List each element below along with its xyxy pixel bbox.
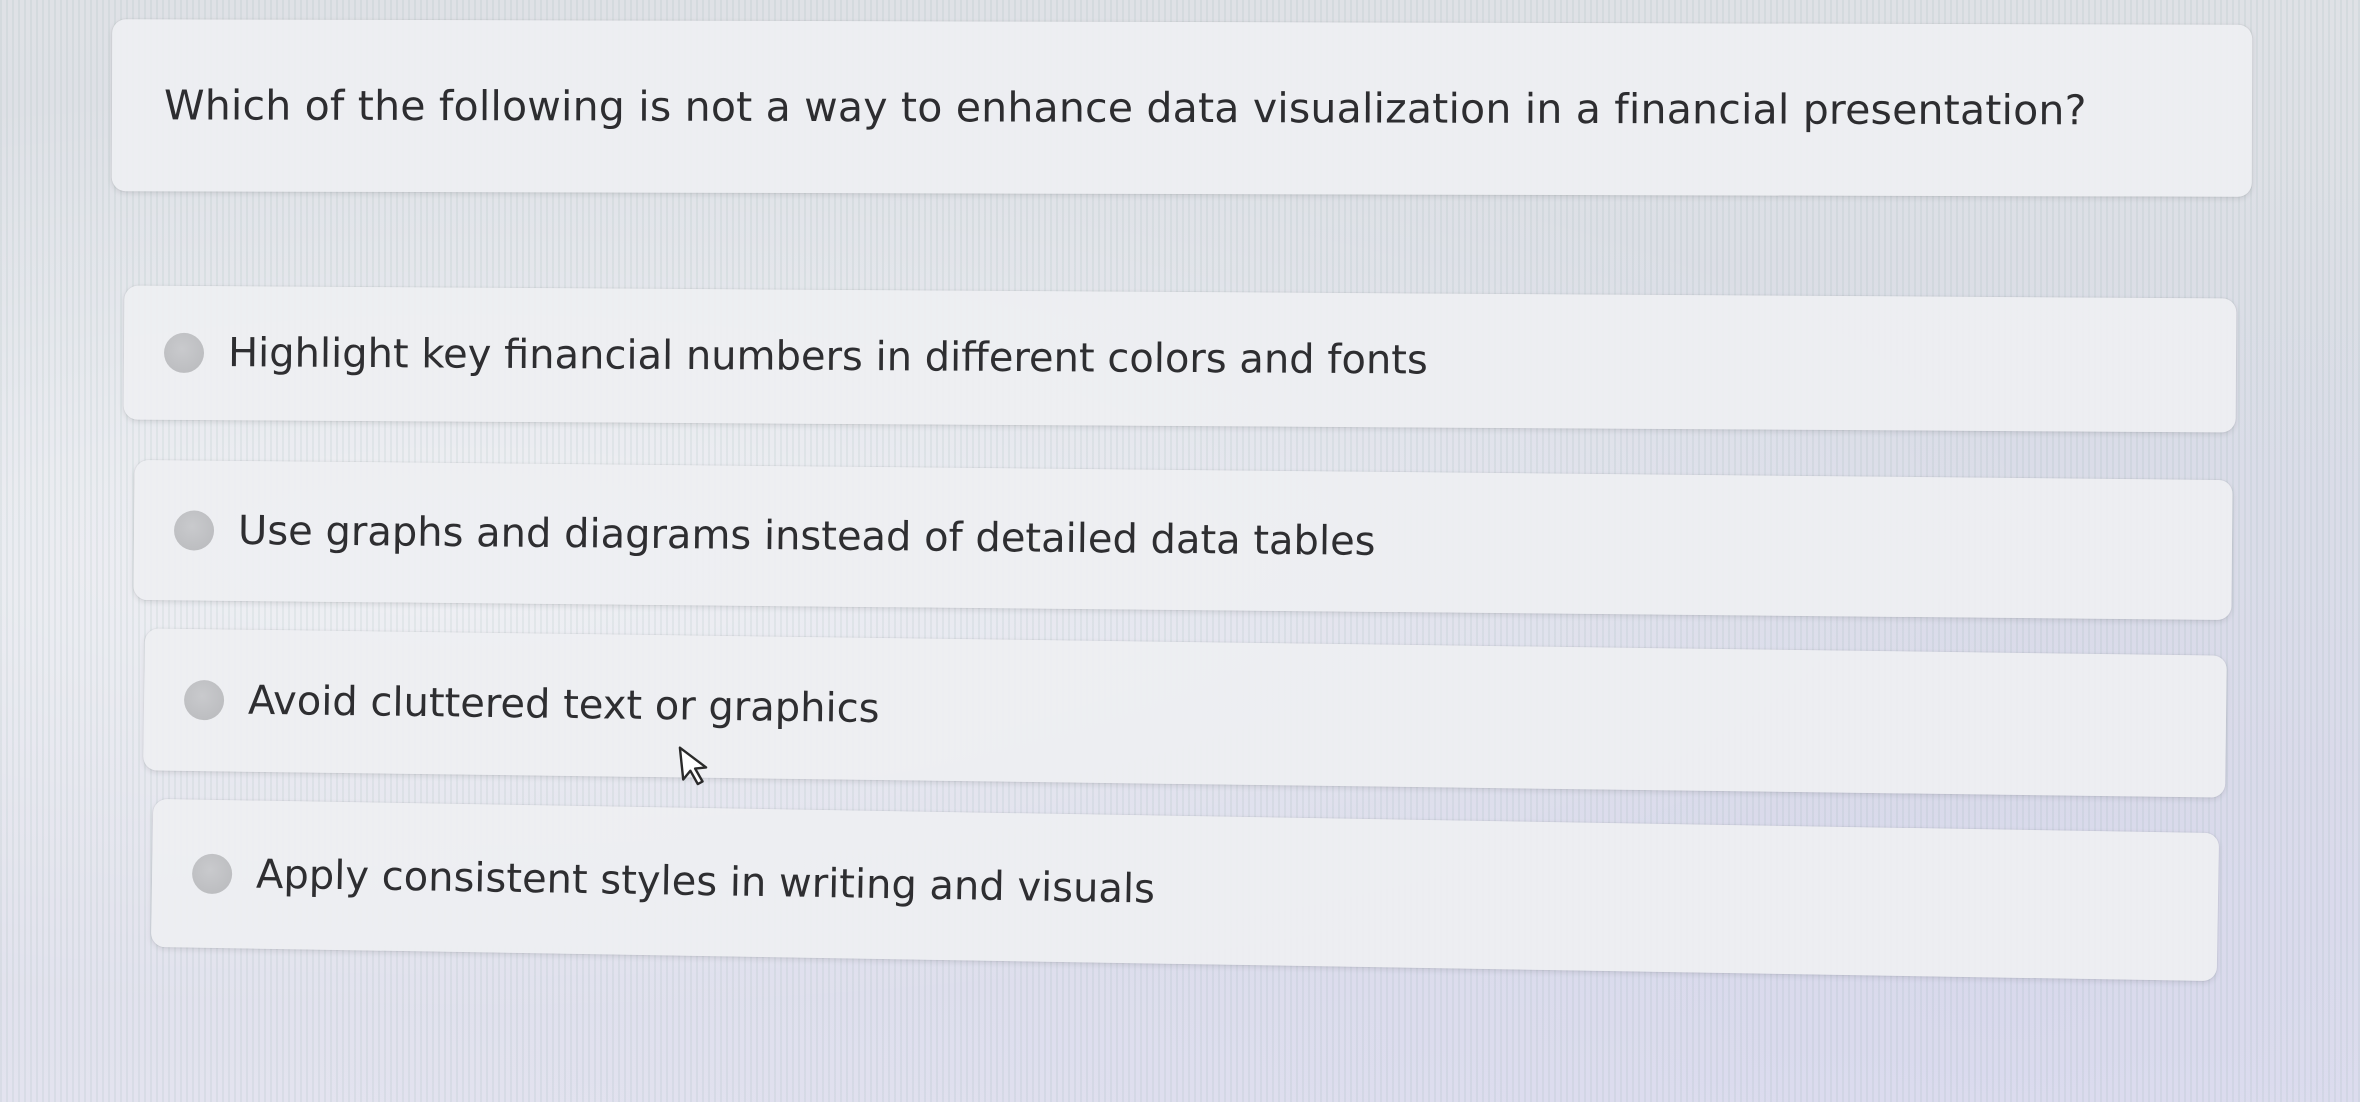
radio-button-icon[interactable] [191, 853, 233, 895]
mouse-pointer-icon [678, 746, 708, 786]
radio-button-icon[interactable] [163, 332, 205, 374]
answer-option-label: Highlight key financial numbers in diffe… [227, 330, 1428, 384]
answer-option-3[interactable]: Avoid cluttered text or graphics [143, 628, 2227, 798]
answer-option-4[interactable]: Apply consistent styles in writing and v… [150, 798, 2220, 982]
answer-option-label: Apply consistent styles in writing and v… [255, 851, 1156, 913]
question-text: Which of the following is not a way to e… [163, 81, 2087, 135]
radio-button-icon[interactable] [183, 679, 225, 721]
answer-option-2[interactable]: Use graphs and diagrams instead of detai… [133, 459, 2233, 621]
answer-option-1[interactable]: Highlight key financial numbers in diffe… [123, 285, 2237, 433]
question-card: Which of the following is not a way to e… [111, 19, 2253, 197]
answer-option-label: Use graphs and diagrams instead of detai… [237, 507, 1376, 565]
answer-option-label: Avoid cluttered text or graphics [247, 677, 880, 732]
radio-button-icon[interactable] [173, 510, 215, 551]
